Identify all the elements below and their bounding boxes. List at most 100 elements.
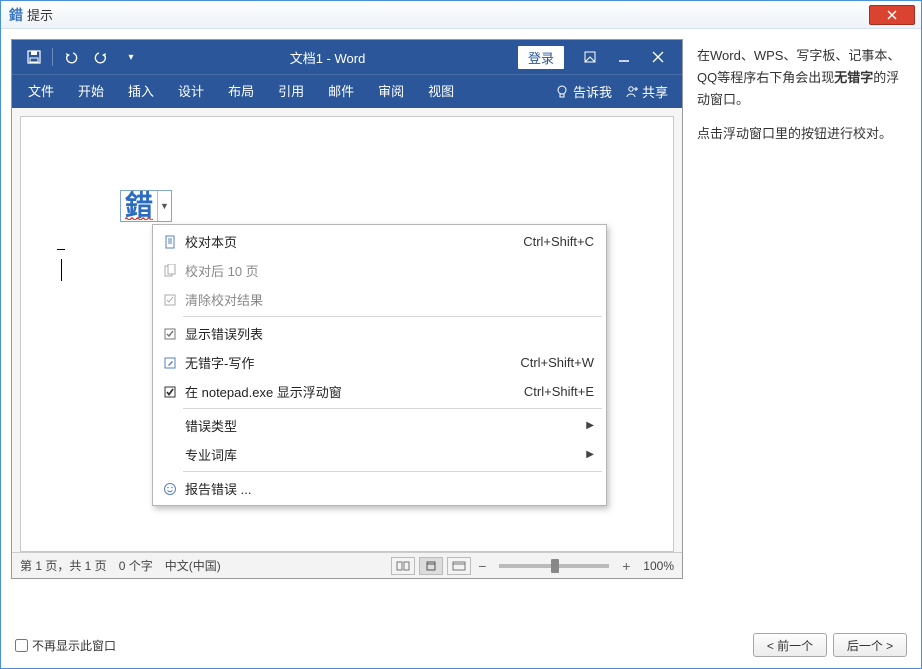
tab-home[interactable]: 开始: [66, 75, 116, 109]
menu-label: 在 notepad.exe 显示浮动窗: [181, 382, 524, 401]
status-language[interactable]: 中文(中国): [165, 557, 221, 574]
menu-report-error[interactable]: 报告错误 ...: [155, 474, 604, 503]
context-menu: 校对本页 Ctrl+Shift+C 校对后 10 页 清除校对结果 显示: [152, 224, 607, 506]
spelling-underline: [125, 217, 153, 220]
prev-button[interactable]: < 前一个: [753, 633, 827, 657]
float-dropdown-button[interactable]: ▼: [157, 191, 171, 221]
redo-button[interactable]: [87, 43, 115, 71]
menu-clear-results: 清除校对结果: [155, 285, 604, 314]
zoom-thumb[interactable]: [551, 559, 559, 573]
save-icon: [26, 49, 42, 65]
zoom-value[interactable]: 100%: [643, 559, 674, 573]
menu-shortcut: Ctrl+Shift+C: [523, 234, 594, 249]
dialog-window: 錯 提示 ▾ 文档1 - Word 登录: [0, 0, 922, 669]
menu-label: 显示错误列表: [181, 324, 594, 343]
qat-customize[interactable]: ▾: [117, 43, 145, 71]
undo-button[interactable]: [57, 43, 85, 71]
chevron-right-icon: ▶: [586, 449, 594, 460]
proofread-float-widget[interactable]: 錯 ▼: [120, 190, 172, 222]
status-page[interactable]: 第 1 页，共 1 页: [20, 557, 107, 574]
menu-error-types[interactable]: 错误类型 ▶: [155, 411, 604, 440]
menu-label: 错误类型: [181, 416, 586, 435]
dialog-footer: 不再显示此窗口 < 前一个 后一个 >: [1, 622, 921, 668]
menu-separator: [183, 316, 602, 317]
lightbulb-icon: [555, 85, 569, 99]
close-icon: [887, 10, 897, 20]
menu-label: 专业词库: [181, 445, 586, 464]
help-paragraph-2: 点击浮动窗口里的按钮进行校对。: [697, 123, 903, 145]
view-web[interactable]: [447, 557, 471, 575]
view-controls: − + 100%: [391, 557, 674, 575]
clear-icon: [159, 293, 181, 307]
word-status-bar: 第 1 页，共 1 页 0 个字 中文(中国) − + 100%: [12, 552, 682, 578]
app-icon: 錯: [9, 5, 23, 25]
cursor-marker: [57, 249, 65, 250]
share-button[interactable]: 共享: [624, 82, 668, 101]
close-button[interactable]: [869, 5, 915, 25]
menu-pro-dictionary[interactable]: 专业词库 ▶: [155, 440, 604, 469]
menu-separator: [183, 408, 602, 409]
titlebar: 錯 提示: [1, 1, 921, 29]
web-layout-icon: [452, 561, 466, 571]
tab-mailings[interactable]: 邮件: [316, 75, 366, 109]
ribbon-options-icon: [583, 50, 597, 64]
ribbon-options-button[interactable]: [574, 43, 606, 71]
menu-shortcut: Ctrl+Shift+E: [524, 384, 594, 399]
page-icon: [159, 235, 181, 249]
pages-icon: [159, 264, 181, 278]
redo-icon: [93, 49, 109, 65]
menu-label: 校对后 10 页: [181, 261, 594, 280]
tab-view[interactable]: 视图: [416, 75, 466, 109]
window-title: 提示: [27, 5, 53, 24]
word-quick-access: ▾ 文档1 - Word 登录: [12, 40, 682, 74]
smile-icon: [159, 482, 181, 496]
menu-label: 校对本页: [181, 232, 523, 251]
chevron-right-icon: ▶: [586, 420, 594, 431]
save-button[interactable]: [20, 43, 48, 71]
dont-show-input[interactable]: [15, 639, 28, 652]
tell-me[interactable]: 告诉我: [555, 82, 612, 101]
menu-proofread-next-10: 校对后 10 页: [155, 256, 604, 285]
help-paragraph-1: 在Word、WPS、写字板、记事本、QQ等程序右下角会出现无错字的浮动窗口。: [697, 45, 903, 111]
share-icon: [624, 85, 638, 99]
menu-show-float-notepad[interactable]: 在 notepad.exe 显示浮动窗 Ctrl+Shift+E: [155, 377, 604, 406]
menu-separator: [183, 471, 602, 472]
checked-icon: [159, 385, 181, 399]
document-canvas: 錯 ▼ 校对本页 Ctrl+Shift+C: [12, 108, 682, 552]
print-layout-icon: [424, 561, 438, 571]
help-text: 在Word、WPS、写字板、记事本、QQ等程序右下角会出现无错字的浮动窗口。 点…: [693, 39, 911, 622]
edit-icon: [159, 356, 181, 370]
tab-references[interactable]: 引用: [266, 75, 316, 109]
undo-icon: [63, 49, 79, 65]
ribbon-tabs: 文件 开始 插入 设计 布局 引用 邮件 审阅 视图 告诉我 共享: [12, 74, 682, 108]
tab-insert[interactable]: 插入: [116, 75, 166, 109]
view-read[interactable]: [391, 557, 415, 575]
menu-label: 报告错误 ...: [181, 479, 594, 498]
minimize-button[interactable]: [608, 43, 640, 71]
word-preview: ▾ 文档1 - Word 登录 文件 开始 插入 设计 布局: [11, 39, 683, 579]
next-button[interactable]: 后一个 >: [833, 633, 907, 657]
word-close-button[interactable]: [642, 43, 674, 71]
view-print[interactable]: [419, 557, 443, 575]
tab-design[interactable]: 设计: [166, 75, 216, 109]
cuo-character: 錯: [121, 191, 157, 221]
text-cursor: [61, 259, 62, 281]
menu-label: 无错字-写作: [181, 353, 520, 372]
tab-file[interactable]: 文件: [16, 75, 66, 109]
zoom-in-button[interactable]: +: [619, 558, 633, 574]
close-icon: [652, 51, 664, 63]
menu-shortcut: Ctrl+Shift+W: [520, 355, 594, 370]
login-button[interactable]: 登录: [518, 46, 564, 69]
tab-review[interactable]: 审阅: [366, 75, 416, 109]
menu-show-error-list[interactable]: 显示错误列表: [155, 319, 604, 348]
menu-write-mode[interactable]: 无错字-写作 Ctrl+Shift+W: [155, 348, 604, 377]
menu-label: 清除校对结果: [181, 290, 594, 309]
dont-show-checkbox[interactable]: 不再显示此窗口: [15, 637, 116, 654]
tab-layout[interactable]: 布局: [216, 75, 266, 109]
status-words[interactable]: 0 个字: [119, 557, 153, 574]
menu-proofread-page[interactable]: 校对本页 Ctrl+Shift+C: [155, 227, 604, 256]
zoom-slider[interactable]: [499, 564, 609, 568]
document-title: 文档1 - Word: [147, 48, 508, 67]
zoom-out-button[interactable]: −: [475, 558, 489, 574]
read-icon: [396, 561, 410, 571]
